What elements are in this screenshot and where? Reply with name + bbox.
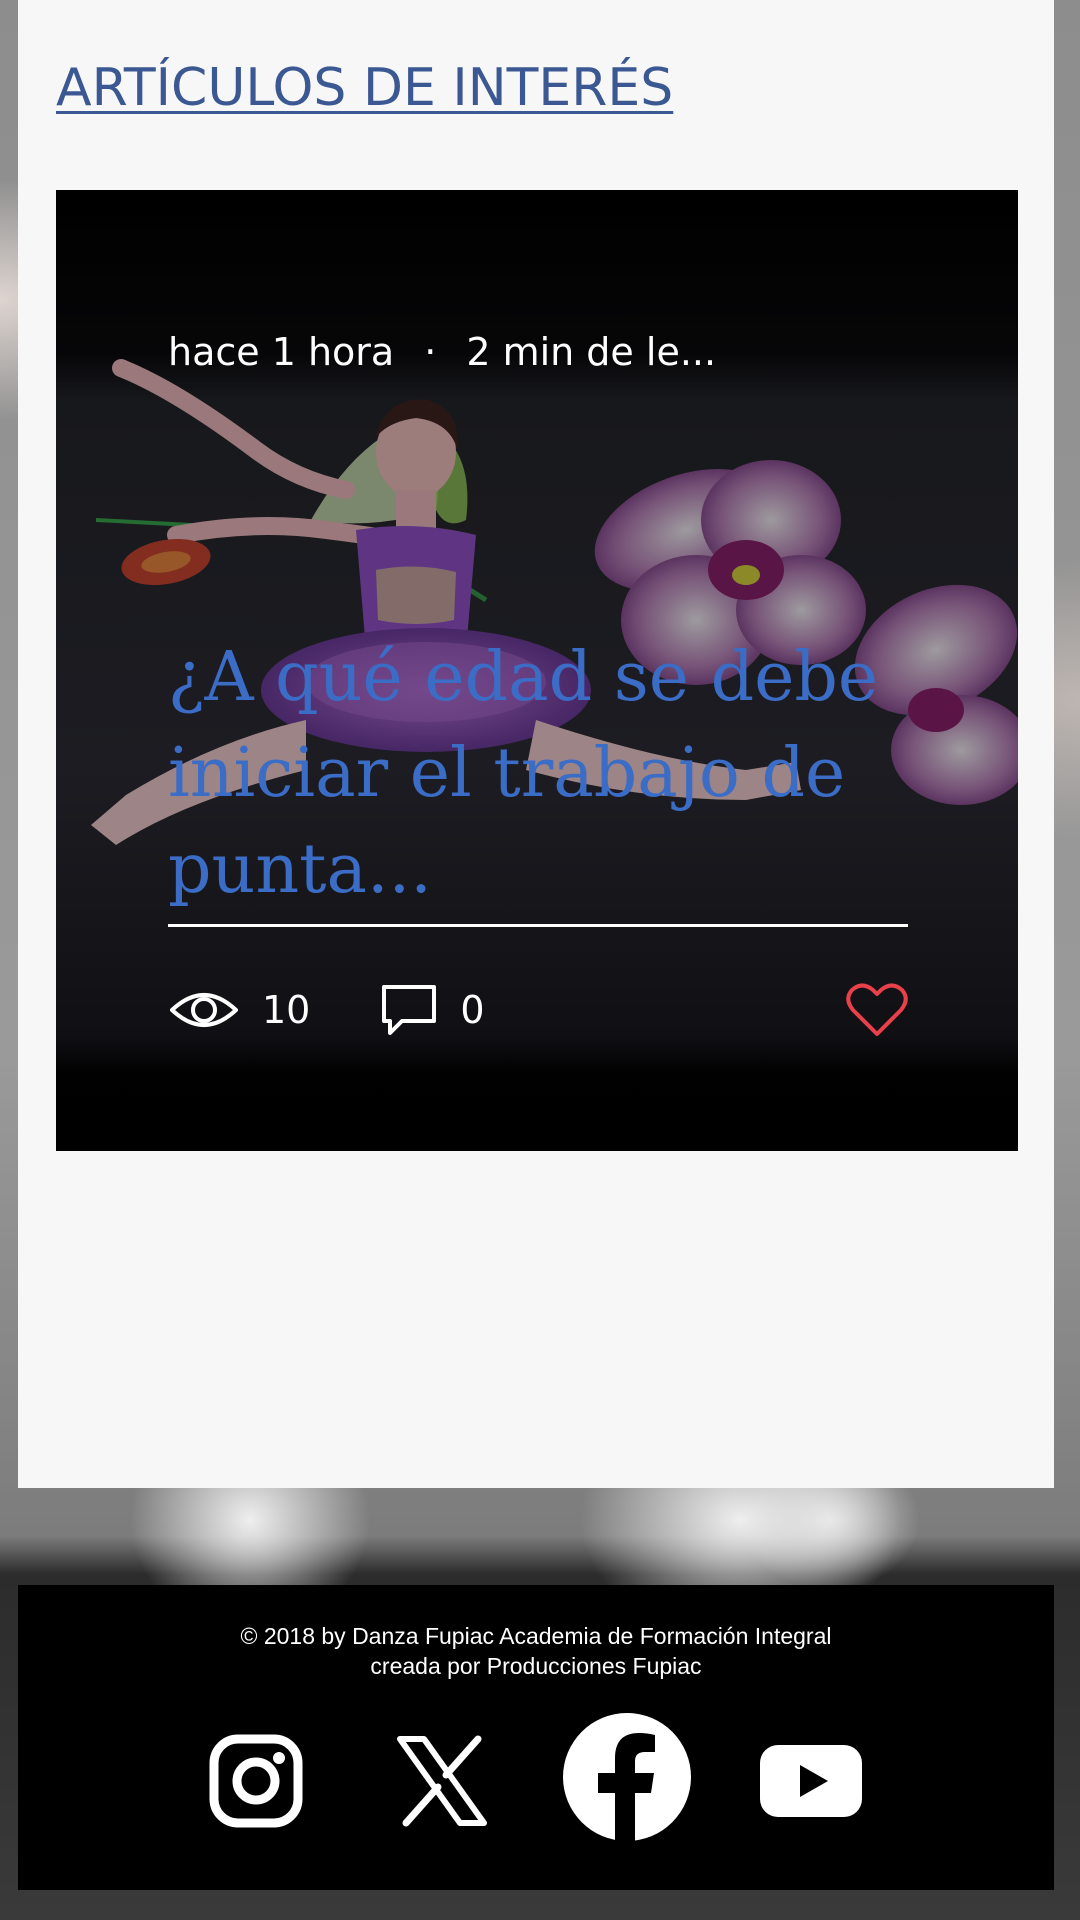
footer: © 2018 by Danza Fupiac Academia de Forma… bbox=[18, 1585, 1054, 1890]
post-time: hace 1 hora bbox=[168, 330, 395, 374]
post-stats: 10 0 bbox=[168, 980, 908, 1040]
eye-icon bbox=[170, 993, 238, 1027]
facebook-icon[interactable] bbox=[561, 1711, 693, 1843]
heart-icon[interactable] bbox=[846, 982, 908, 1038]
social-bar bbox=[18, 1705, 1054, 1855]
post-title-link[interactable]: ¿A qué edad se debe iniciar el trabajo d… bbox=[168, 630, 928, 918]
youtube-icon[interactable] bbox=[758, 1743, 864, 1819]
copyright-text: © 2018 by Danza Fupiac Academia de Forma… bbox=[18, 1621, 1054, 1681]
post-divider bbox=[168, 924, 908, 927]
post-meta: hace 1 hora · 2 min de le... bbox=[168, 330, 716, 374]
x-icon[interactable] bbox=[396, 1735, 488, 1827]
comments-count: 0 bbox=[460, 988, 485, 1032]
instagram-icon[interactable] bbox=[208, 1733, 304, 1829]
post-card[interactable]: hace 1 hora · 2 min de le... ¿A qué edad… bbox=[56, 190, 1018, 1151]
meta-separator: · bbox=[424, 330, 437, 374]
section-title: ARTÍCULOS DE INTERÉS bbox=[56, 58, 674, 118]
views-count: 10 bbox=[262, 988, 311, 1032]
copyright-line-1: © 2018 by Danza Fupiac Academia de Forma… bbox=[240, 1623, 832, 1649]
copyright-line-2: creada por Producciones Fupiac bbox=[370, 1653, 702, 1679]
content-panel: ARTÍCULOS DE INTERÉS hace 1 hora · 2 min… bbox=[18, 0, 1054, 1488]
post-read-time: 2 min de le... bbox=[466, 330, 717, 374]
views-stat: 10 bbox=[168, 986, 310, 1034]
comments-stat[interactable]: 0 bbox=[380, 983, 485, 1037]
comment-icon bbox=[382, 985, 437, 1035]
